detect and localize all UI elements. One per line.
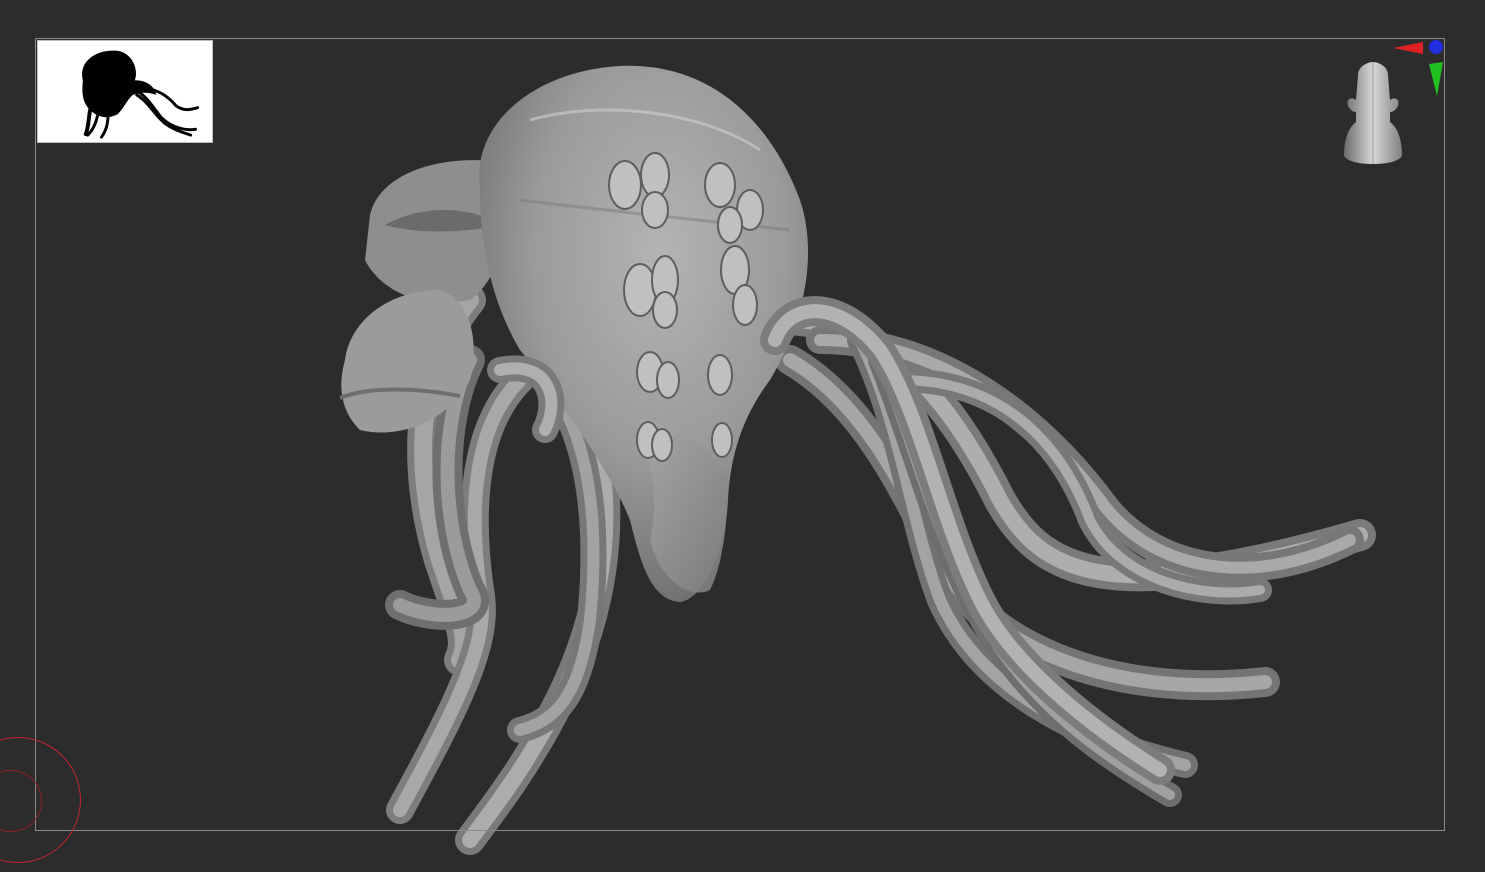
y-axis-arrow: [1429, 62, 1443, 96]
z-axis-dot: [1429, 40, 1443, 54]
creature-silhouette-icon: [82, 50, 200, 139]
thumbnail-preview[interactable]: [37, 40, 213, 143]
x-axis-arrow: [1393, 42, 1423, 54]
canvas-frame: [35, 38, 1445, 831]
head-navigation-icon[interactable]: [1338, 60, 1408, 170]
sculpt-viewport[interactable]: [0, 0, 1485, 872]
